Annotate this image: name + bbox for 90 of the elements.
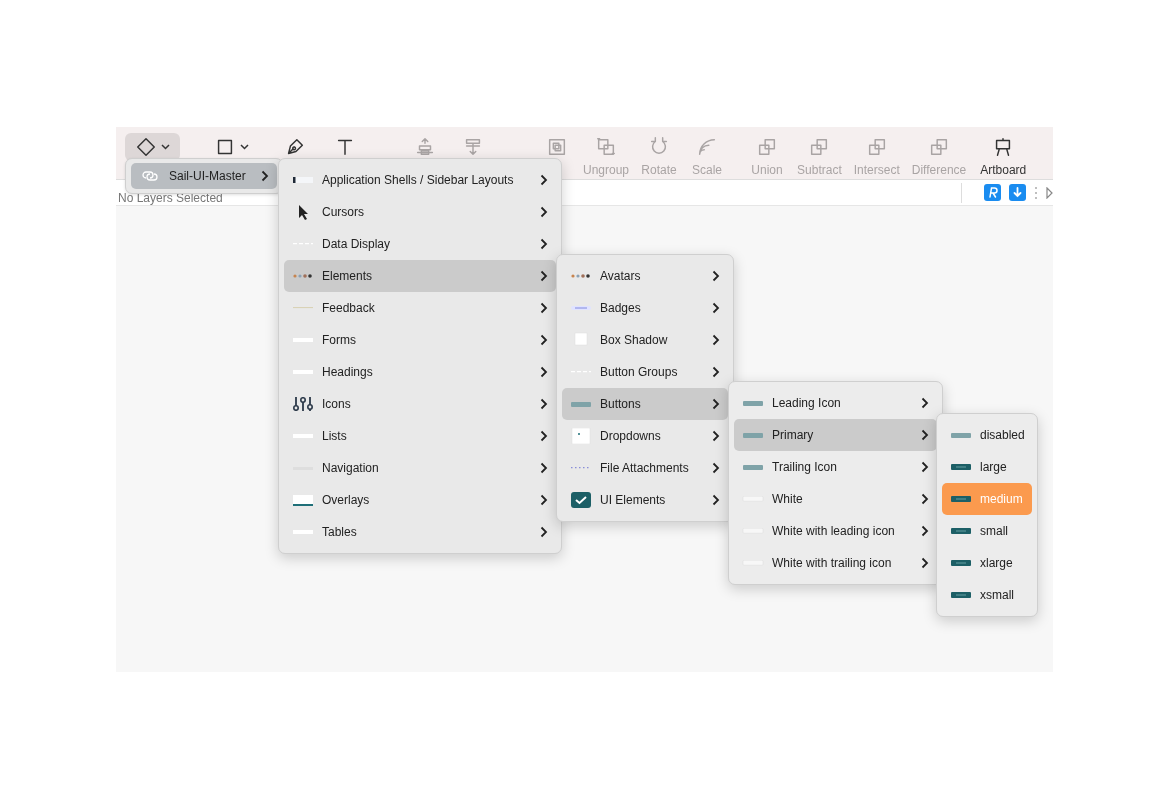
chevron-right-icon — [712, 430, 720, 442]
chevron-right-icon — [540, 238, 548, 250]
menu-item[interactable]: Button Groups — [562, 356, 728, 388]
chevron-right-icon — [921, 525, 929, 537]
link-icon — [139, 168, 161, 184]
status-text: No Layers Selected — [118, 192, 223, 205]
artboard-button[interactable]: Artboard — [976, 133, 1031, 179]
overlay-thumbnail-icon — [292, 492, 314, 508]
button-thumbnail-icon — [570, 401, 592, 407]
menu-item[interactable]: Tables — [284, 516, 556, 548]
chevron-right-icon — [712, 398, 720, 410]
chevron-right-icon — [540, 174, 548, 186]
chevron-right-icon — [540, 430, 548, 442]
button-thumbnail-icon — [950, 528, 972, 534]
chevron-right-icon — [921, 557, 929, 569]
button-thumbnail-icon — [950, 592, 972, 598]
menu-item[interactable]: large — [942, 451, 1032, 483]
menu-item[interactable]: Overlays — [284, 484, 556, 516]
menu-item[interactable]: Buttons — [562, 388, 728, 420]
menu-item[interactable]: Dropdowns — [562, 420, 728, 452]
chevron-right-icon — [540, 526, 548, 538]
menu-item[interactable]: White with leading icon — [734, 515, 937, 547]
chevron-right-icon — [921, 461, 929, 473]
chevron-right-icon — [921, 493, 929, 505]
script-r-icon[interactable] — [984, 184, 1001, 201]
chevron-right-icon — [540, 462, 548, 474]
menu-item[interactable]: Avatars — [562, 260, 728, 292]
button-thumbnail-icon — [950, 432, 972, 438]
calendar-thumbnail-icon — [570, 428, 592, 444]
button-thumbnail-icon — [950, 464, 972, 470]
menu-item[interactable]: Cursors — [284, 196, 556, 228]
menu-item[interactable]: Badges — [562, 292, 728, 324]
align-icon — [414, 136, 436, 158]
button-thumbnail-icon — [742, 432, 764, 438]
chevron-right-icon — [261, 170, 269, 182]
menu-item[interactable]: Trailing Icon — [734, 451, 937, 483]
menu-item[interactable]: Primary — [734, 419, 937, 451]
chevron-right-icon — [540, 366, 548, 378]
button-thumbnail-icon — [950, 496, 972, 502]
chevron-right-icon — [712, 302, 720, 314]
menu-item[interactable]: Leading Icon — [734, 387, 937, 419]
menu-item[interactable]: White — [734, 483, 937, 515]
menu-item[interactable]: xlarge — [942, 547, 1032, 579]
menu-item[interactable]: xsmall — [942, 579, 1032, 611]
chevron-right-icon — [712, 334, 720, 346]
more-icon[interactable] — [1034, 185, 1038, 200]
ungroup-icon — [595, 136, 617, 158]
chevron-right-icon — [712, 494, 720, 506]
menu-item[interactable]: Lists — [284, 420, 556, 452]
chevron-right-icon — [540, 270, 548, 282]
button-thumbnail-icon — [950, 560, 972, 566]
menu-item[interactable]: Data Display — [284, 228, 556, 260]
chevron-right-icon — [712, 462, 720, 474]
chevron-right-icon — [540, 206, 548, 218]
badge-thumbnail-icon — [570, 306, 592, 310]
menu-item[interactable]: Icons — [284, 388, 556, 420]
menu-item[interactable]: UI Elements — [562, 484, 728, 516]
group-icon — [546, 136, 568, 158]
menu-item[interactable]: Elements — [284, 260, 556, 292]
chevron-right-icon — [540, 302, 548, 314]
menu-item[interactable]: White with trailing icon — [734, 547, 937, 579]
menu-item[interactable]: Box Shadow — [562, 324, 728, 356]
chevron-right-icon — [921, 429, 929, 441]
chevron-right-icon — [540, 494, 548, 506]
chevron-right-icon — [712, 270, 720, 282]
caret-icon — [239, 144, 249, 150]
menu-item[interactable]: Application Shells / Sidebar Layouts — [284, 164, 556, 196]
button-thumbnail-icon — [742, 400, 764, 406]
insert-button[interactable] — [125, 133, 180, 161]
checkbox-icon — [570, 492, 592, 508]
download-icon[interactable] — [1009, 184, 1026, 201]
chevron-right-icon — [921, 397, 929, 409]
play-icon[interactable] — [1046, 186, 1053, 199]
menu-item[interactable]: small — [942, 515, 1032, 547]
menu-item[interactable]: Forms — [284, 324, 556, 356]
menu-item[interactable]: Sail-UI-Master — [131, 163, 277, 189]
chevron-right-icon — [540, 398, 548, 410]
thumbnail-icon — [292, 177, 314, 183]
menu-item[interactable]: File Attachments — [562, 452, 728, 484]
chevron-right-icon — [540, 334, 548, 346]
caret-icon — [161, 144, 170, 150]
menu-item[interactable]: Feedback — [284, 292, 556, 324]
sliders-icon — [292, 396, 314, 412]
diamond-icon — [135, 136, 157, 158]
difference-icon — [928, 136, 950, 158]
menu-item[interactable]: Navigation — [284, 452, 556, 484]
menu-item[interactable]: Headings — [284, 356, 556, 388]
menu-item[interactable]: disabled — [942, 419, 1032, 451]
chevron-right-icon — [712, 366, 720, 378]
button-thumbnail-icon — [742, 464, 764, 470]
